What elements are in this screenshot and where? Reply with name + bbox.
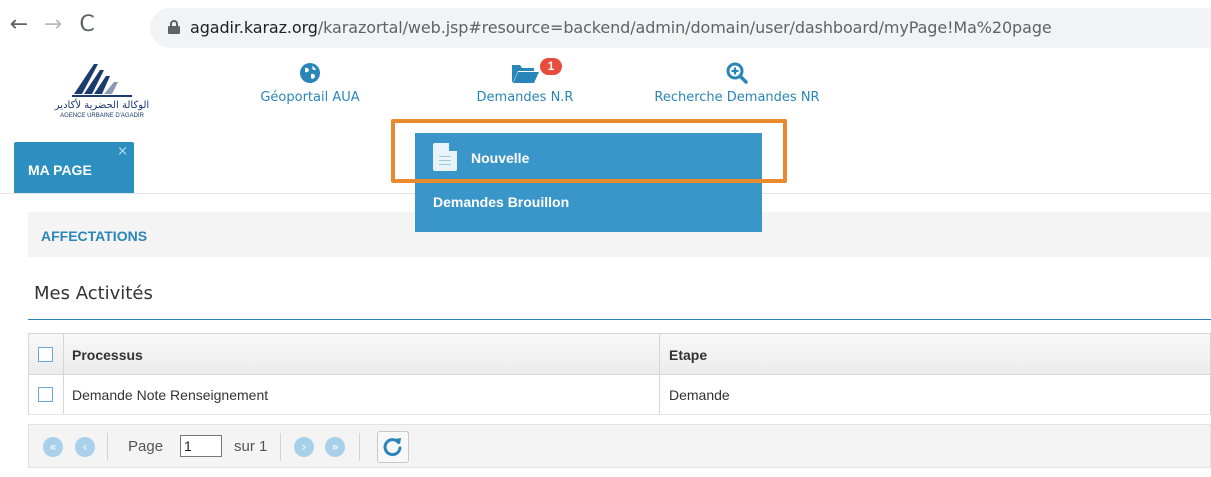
column-divider xyxy=(659,334,660,374)
nav-demandes-label: Demandes N.R xyxy=(476,90,574,105)
highlight-annotation xyxy=(391,119,787,183)
menu-item-brouillon[interactable]: Demandes Brouillon xyxy=(415,189,762,225)
affectations-label: AFFECTATIONS xyxy=(41,228,148,244)
url-host: agadir.karaz.org xyxy=(190,18,318,37)
globe-icon xyxy=(300,63,320,83)
column-divider xyxy=(659,375,660,414)
column-divider xyxy=(63,375,64,414)
folder-open-icon xyxy=(512,65,539,83)
column-header-processus[interactable]: Processus xyxy=(72,334,143,374)
logo-arabic-text: الوكالة الحضرية لأكادير xyxy=(54,100,150,111)
back-arrow-icon[interactable]: ← xyxy=(8,14,30,36)
select-all-checkbox[interactable] xyxy=(38,347,53,362)
table-row[interactable]: Demande Note Renseignement Demande xyxy=(28,375,1211,415)
row-checkbox[interactable] xyxy=(38,387,53,402)
last-page-icon[interactable]: » xyxy=(325,437,345,457)
pagination-bar: « ‹ Page sur 1 › » xyxy=(28,424,1211,468)
zoom-in-icon xyxy=(726,62,748,84)
pager-divider xyxy=(107,433,108,461)
nav-recherche[interactable]: Recherche Demandes NR xyxy=(632,62,842,105)
previous-page-icon[interactable]: ‹ xyxy=(75,437,95,457)
reload-icon[interactable]: C xyxy=(76,14,98,36)
address-bar[interactable]: agadir.karaz.org/karazortal/web.jsp#reso… xyxy=(150,8,1211,48)
table-header: Processus Etape xyxy=(28,333,1211,375)
row-etape: Demande xyxy=(669,387,730,403)
column-divider xyxy=(63,334,64,374)
pager-divider xyxy=(359,433,360,461)
url-text[interactable]: agadir.karaz.org/karazortal/web.jsp#reso… xyxy=(190,18,1052,37)
agency-logo[interactable]: الوكالة الحضرية لأكادير AGENCE URBAINE D… xyxy=(36,60,168,120)
refresh-icon xyxy=(383,438,402,457)
page-number-input[interactable] xyxy=(180,435,222,457)
nav-recherche-label: Recherche Demandes NR xyxy=(654,90,820,105)
nav-demandes[interactable]: 1 Demandes N.R xyxy=(460,58,590,105)
menu-item-brouillon-label: Demandes Brouillon xyxy=(433,194,570,210)
first-page-icon[interactable]: « xyxy=(43,437,63,457)
activities-divider xyxy=(28,319,1211,320)
nav-geoportail[interactable]: Géoportail AUA xyxy=(245,62,375,105)
browser-toolbar: ← → C agadir.karaz.org/karazortal/web.js… xyxy=(0,0,1211,58)
forward-arrow-icon[interactable]: → xyxy=(42,14,64,36)
tab-ma-page[interactable]: MA PAGE × xyxy=(14,142,134,194)
nav-geoportail-label: Géoportail AUA xyxy=(260,90,360,105)
page-count-label: sur 1 xyxy=(234,438,268,455)
column-header-etape[interactable]: Etape xyxy=(669,334,707,374)
tab-ma-page-label: MA PAGE xyxy=(28,162,92,178)
refresh-button[interactable] xyxy=(377,431,409,463)
logo-french-text: AGENCE URBAINE D'AGADIR xyxy=(60,113,144,119)
pager-divider xyxy=(280,433,281,461)
close-icon[interactable]: × xyxy=(117,144,128,159)
page-label: Page xyxy=(128,438,164,455)
logo-mark-icon xyxy=(72,64,132,97)
url-path: /karazortal/web.jsp#resource=backend/adm… xyxy=(317,18,1052,37)
lock-icon xyxy=(168,20,180,34)
row-processus: Demande Note Renseignement xyxy=(72,387,269,403)
activities-title: Mes Activités xyxy=(34,283,153,304)
notification-badge: 1 xyxy=(540,58,562,75)
next-page-icon[interactable]: › xyxy=(294,437,314,457)
